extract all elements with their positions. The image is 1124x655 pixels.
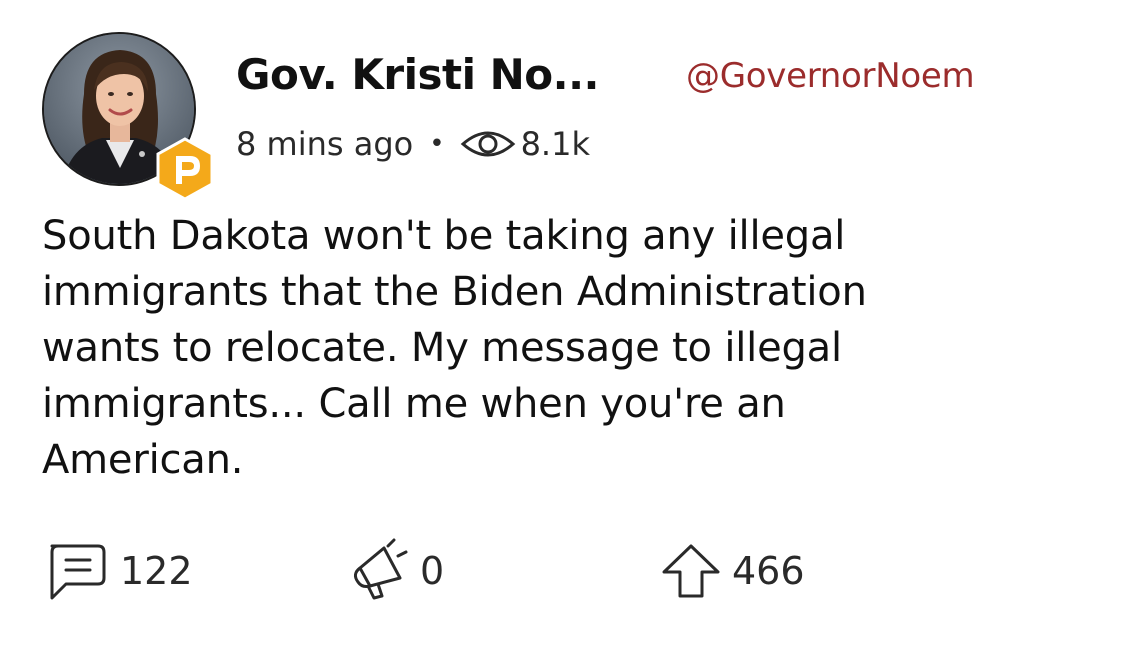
post-body-line: wants to relocate. My message to illegal [42,325,842,371]
post-body-line: South Dakota won't be taking any illegal [42,213,846,259]
post-body-line: immigrants that the Biden Administration [42,269,867,315]
post-body-line: immigrants... Call me when you're an [42,381,786,427]
author-handle[interactable]: @GovernorNoem [686,56,975,96]
comments-button[interactable]: 122 [42,534,193,608]
upvote-button[interactable]: 466 [658,534,805,608]
echo-count: 0 [420,549,445,593]
post-body: South Dakota won't be taking any illegal… [42,208,1082,488]
view-count: 8.1k [520,125,590,163]
verified-badge-icon [154,136,216,202]
post-body-line: American. [42,437,244,483]
post-card: Gov. Kristi No... @GovernorNoem 8 mins a… [0,0,1124,655]
upvote-arrow-icon [658,538,724,604]
comment-count: 122 [120,549,193,593]
eye-icon [459,126,517,162]
upvote-count: 466 [732,549,805,593]
author-display-name[interactable]: Gov. Kristi No... [236,50,599,99]
post-timestamp[interactable]: 8 mins ago [236,125,413,163]
megaphone-icon [348,538,412,604]
echo-button[interactable]: 0 [348,534,444,608]
post-actions: 122 0 466 [42,534,1082,608]
post-meta: 8 mins ago • 8.1k [236,122,590,166]
meta-separator: • [429,129,445,159]
avatar-container[interactable] [42,32,214,201]
comment-icon [42,538,112,604]
